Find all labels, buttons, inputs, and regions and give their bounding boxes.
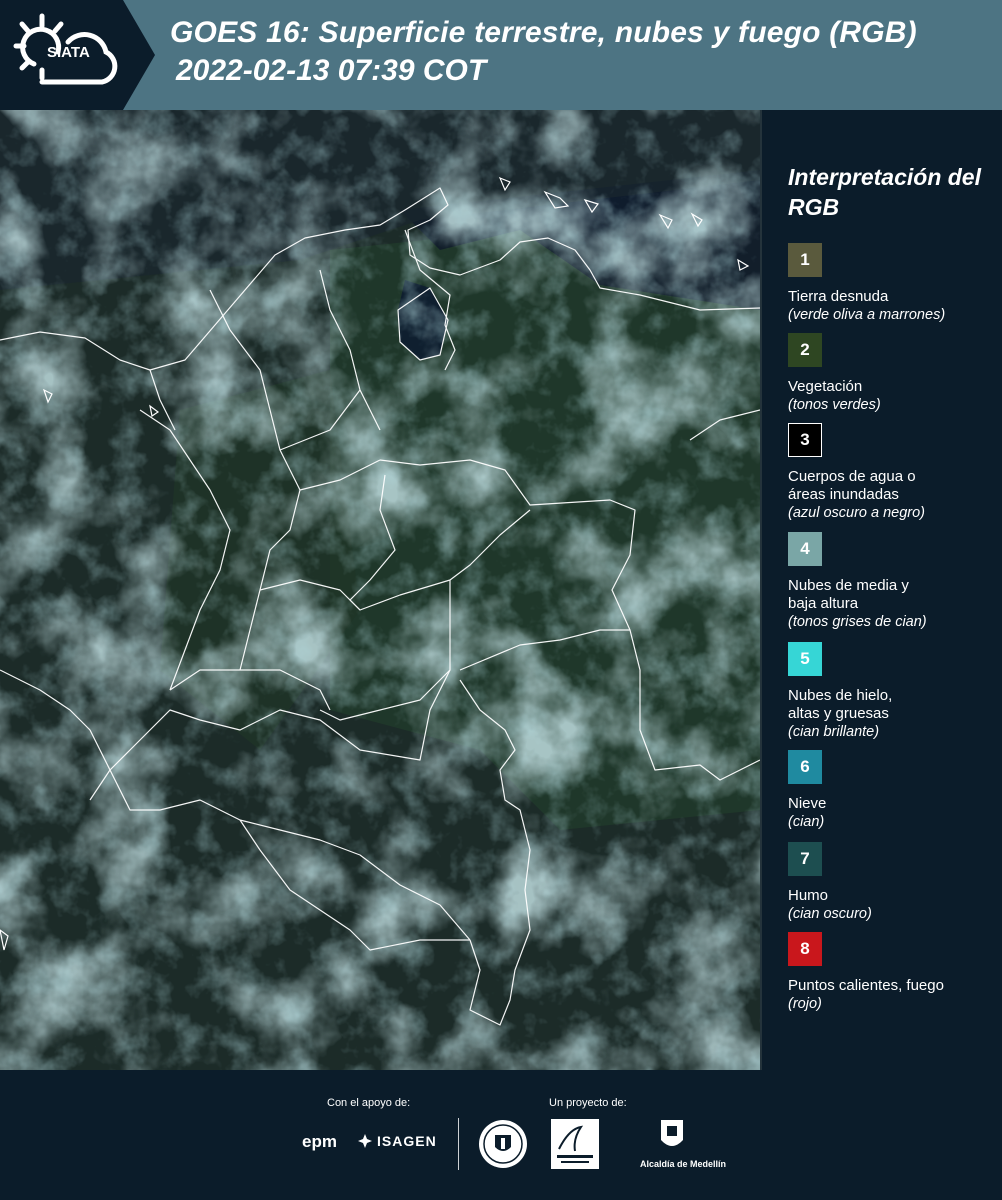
legend-item-smoke: 7 Humo (cian oscuro): [788, 842, 998, 923]
legend-swatch: 4: [788, 532, 822, 566]
footer: Con el apoyo de: Un proyecto de: epm ISA…: [0, 1070, 1002, 1200]
legend-item-note: (verde oliva a marrones): [788, 307, 946, 323]
footer-divider: [458, 1118, 459, 1170]
siata-logo-text: SIATA: [47, 44, 90, 61]
support-label: Con el apoyo de:: [327, 1097, 411, 1109]
siata-logo: SIATA: [0, 0, 155, 110]
legend-item-bare-soil: 1 Tierra desnuda (verde oliva a marrones…: [788, 243, 998, 324]
isagen-mark-icon: [358, 1134, 372, 1148]
legend-item-snow: 6 Nieve (cian): [788, 750, 998, 831]
area-metropolitana-logo: [551, 1119, 599, 1169]
legend-swatch: 8: [788, 932, 822, 966]
legend-item-label: Vegetación: [788, 378, 863, 395]
legend-item-label: Nubes de media y baja altura: [788, 577, 909, 612]
legend-item-label: Puntos calientes, fuego: [788, 977, 944, 994]
alcaldia-medellin-logo: Alcaldía de Medellín: [640, 1118, 727, 1169]
epm-logo: epm: [302, 1132, 337, 1151]
legend-swatch: 7: [788, 842, 822, 876]
project-label: Un proyecto de:: [549, 1097, 627, 1109]
legend-item-water: 3 Cuerpos de agua o áreas inundadas (azu…: [788, 423, 998, 522]
legend-item-note: (cian oscuro): [788, 906, 872, 922]
legend-item-label: Tierra desnuda: [788, 288, 889, 305]
legend-item-note: (cian brillante): [788, 724, 880, 740]
satellite-map[interactable]: [0, 110, 762, 1070]
legend-item-label: Cuerpos de agua o áreas inundadas: [788, 468, 916, 503]
legend-item-label: Nieve: [788, 795, 827, 812]
isagen-name: ISAGEN: [377, 1133, 437, 1149]
legend-item-note: (cian): [788, 814, 825, 830]
legend-panel: Interpretación del RGB 1 Tierra desnuda …: [760, 110, 1002, 1070]
legend-swatch: 3: [788, 423, 822, 457]
timestamp: 2022-02-13 07:39 COT: [176, 54, 487, 87]
legend-item-note: (tonos verdes): [788, 397, 881, 413]
legend-swatch: 6: [788, 750, 822, 784]
page-title: GOES 16: Superficie terrestre, nubes y f…: [170, 16, 917, 49]
legend-item-vegetation: 2 Vegetación (tonos verdes): [788, 333, 998, 414]
legend-item-note: (tonos grises de cian): [788, 614, 927, 630]
legend-swatch: 5: [788, 642, 822, 676]
alcaldia-name: Alcaldía de Medellín: [640, 1159, 727, 1169]
legend-item-note: (rojo): [788, 996, 822, 1012]
medellin-shield-icon: [661, 1120, 683, 1146]
legend-item-note: (azul oscuro a negro): [788, 505, 926, 521]
legend-swatch: 2: [788, 333, 822, 367]
legend-item-low-clouds: 4 Nubes de media y baja altura (tonos gr…: [788, 532, 998, 631]
area-metropolitana-mark-icon: [557, 1125, 593, 1163]
legend-item-label: Humo: [788, 887, 829, 904]
legend-title: Interpretación del RGB: [788, 164, 981, 220]
legend-item-fire: 8 Puntos calientes, fuego (rojo): [788, 932, 998, 1013]
legend-item-ice-clouds: 5 Nubes de hielo, altas y gruesas (cian …: [788, 642, 998, 741]
satellite-image: [0, 110, 760, 1070]
header: SIATA GOES 16: Superficie terrestre, nub…: [0, 0, 1002, 110]
isagen-logo: ISAGEN: [357, 1133, 437, 1149]
legend-item-label: Nubes de hielo, altas y gruesas: [788, 687, 893, 722]
university-seal-icon: [479, 1120, 527, 1168]
legend-swatch: 1: [788, 243, 822, 277]
